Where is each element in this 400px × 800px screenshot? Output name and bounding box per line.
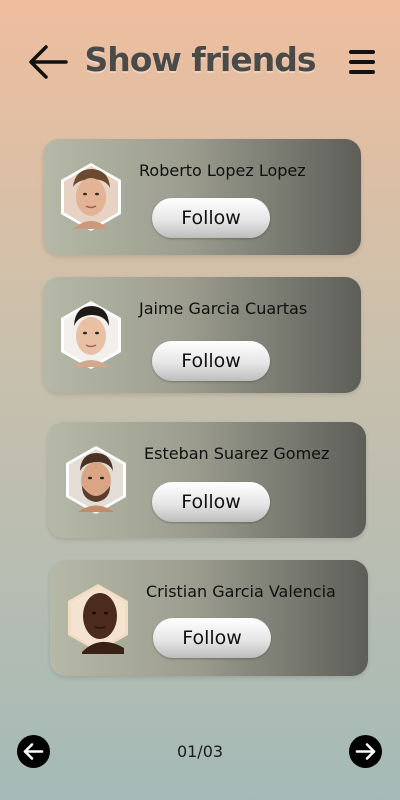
- next-page-button[interactable]: [349, 735, 382, 768]
- arrow-right-circle-icon: [355, 743, 376, 760]
- avatar: [64, 444, 128, 516]
- header-bar: Show friends: [0, 30, 400, 94]
- avatar-photo-icon: [66, 446, 126, 514]
- avatar: [59, 299, 123, 371]
- menu-button[interactable]: [346, 48, 378, 76]
- friend-name: Esteban Suarez Gomez: [144, 444, 330, 463]
- friend-card: Cristian Garcia Valencia Follow: [50, 560, 368, 676]
- follow-button[interactable]: Follow: [153, 618, 271, 658]
- follow-button[interactable]: Follow: [152, 198, 270, 238]
- avatar: [66, 582, 130, 654]
- avatar-photo-icon: [68, 584, 128, 654]
- page-indicator: 01/03: [176, 742, 224, 761]
- follow-button[interactable]: Follow: [152, 341, 270, 381]
- avatar-photo-icon: [61, 301, 121, 369]
- page-title: Show friends: [84, 40, 317, 79]
- avatar-photo-icon: [61, 163, 121, 231]
- friend-name: Cristian Garcia Valencia: [146, 582, 336, 601]
- follow-button[interactable]: Follow: [152, 482, 270, 522]
- friend-card: Jaime Garcia Cuartas Follow: [43, 277, 361, 393]
- friend-name: Jaime Garcia Cuartas: [139, 299, 308, 318]
- friend-card: Roberto Lopez Lopez Follow: [43, 139, 361, 255]
- friend-name: Roberto Lopez Lopez: [139, 161, 306, 180]
- pagination-bar: 01/03: [0, 732, 400, 772]
- avatar: [59, 161, 123, 233]
- friend-card: Esteban Suarez Gomez Follow: [48, 422, 366, 538]
